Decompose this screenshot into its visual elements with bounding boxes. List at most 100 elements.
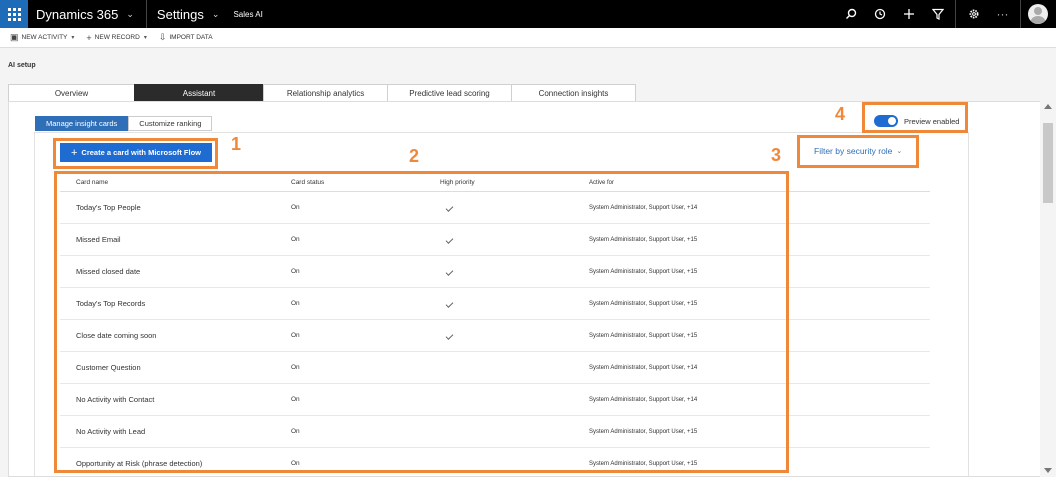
high-priority-cell (440, 331, 589, 340)
new-activity-button[interactable]: ▣ NEW ACTIVITY ▾ (10, 32, 74, 43)
card-name-cell: Missed Email (76, 235, 121, 244)
table-row[interactable]: Close date coming soon On System Administr… (60, 320, 930, 352)
active-for-cell: System Administrator, Support User, +15 (589, 332, 698, 339)
add-icon: + (86, 32, 92, 43)
card-status-cell: On (291, 460, 300, 467)
checkmark-icon (445, 268, 454, 276)
chevron-down-icon: ⌄ (896, 148, 903, 155)
area-name[interactable]: Settings (157, 7, 204, 22)
insight-cards-table: Card name Card status High priority Acti… (60, 174, 930, 477)
table-row[interactable]: Missed Email On System Administrator, Supp… (60, 224, 930, 256)
sub-tabs: Manage insight cards Customize ranking (35, 116, 213, 131)
tab-predictive-lead-scoring[interactable]: Predictive lead scoring (387, 84, 511, 102)
app-name[interactable]: Dynamics 365 (36, 7, 118, 22)
scroll-down-icon[interactable] (1044, 468, 1052, 473)
top-icons-group: ··· (836, 0, 1056, 28)
checkmark-icon (445, 332, 454, 340)
annotation-number-1: 1 (231, 134, 242, 154)
table-row[interactable]: Missed closed date On System Administrator… (60, 256, 930, 288)
table-row[interactable]: Today's Top People On System Administrator… (60, 192, 930, 224)
new-record-button[interactable]: + NEW RECORD ▾ (86, 33, 146, 43)
add-icon: + (70, 146, 78, 159)
top-navigation-bar: Dynamics 365 ⌄ Settings ⌄ Sales AI ··· (0, 0, 1056, 28)
import-data-label: IMPORT DATA (169, 34, 213, 41)
import-data-button[interactable]: ⇩ IMPORT DATA (159, 32, 213, 43)
active-for-cell: System Administrator, Support User, +14 (589, 396, 698, 403)
card-name-cell: Opportunity at Risk (phrase detection) (76, 459, 203, 468)
card-status-cell: On (291, 332, 300, 339)
caret-down-icon: ▾ (143, 35, 147, 41)
filter-icon[interactable] (923, 0, 952, 28)
column-header-card-name[interactable]: Card name (60, 179, 291, 186)
card-name-cell: Customer Question (76, 363, 141, 372)
high-priority-cell (440, 267, 589, 276)
table-row[interactable]: No Activity with Contact On System Adminis… (60, 384, 930, 416)
app-launcher-icon[interactable] (0, 0, 28, 28)
vertical-scrollbar[interactable] (1040, 101, 1056, 477)
tab-assistant[interactable]: Assistant (134, 84, 263, 102)
main-tabs: Overview Assistant Relationship analytic… (8, 84, 636, 102)
card-status-cell: On (291, 396, 300, 403)
tab-relationship-analytics[interactable]: Relationship analytics (263, 84, 387, 102)
divider (1020, 0, 1021, 28)
caret-down-icon: ▾ (71, 35, 75, 41)
security-role-filter[interactable]: Filter by security role ⌄ (814, 146, 902, 156)
import-icon: ⇩ (158, 32, 167, 42)
card-status-cell: On (291, 428, 300, 435)
active-for-cell: System Administrator, Support User, +15 (589, 428, 698, 435)
table-body: Today's Top People On System Administrator… (60, 192, 930, 477)
tab-overview[interactable]: Overview (8, 84, 134, 102)
divider (145, 0, 147, 28)
preview-toggle[interactable] (874, 115, 898, 127)
active-for-cell: System Administrator, Support User, +14 (589, 364, 698, 371)
table-header: Card name Card status High priority Acti… (60, 174, 930, 192)
tab-customize-ranking[interactable]: Customize ranking (128, 116, 213, 131)
new-record-label: NEW RECORD (94, 34, 140, 41)
table-row[interactable]: Opportunity at Risk (phrase detection) On… (60, 448, 930, 477)
scroll-up-icon[interactable] (1044, 104, 1052, 109)
column-header-active-for[interactable]: Active for (589, 180, 889, 186)
active-for-cell: System Administrator, Support User, +15 (589, 236, 698, 243)
more-icon[interactable]: ··· (988, 0, 1017, 28)
security-role-filter-label: Filter by security role (814, 146, 893, 156)
chevron-down-icon[interactable]: ⌄ (212, 9, 220, 20)
column-header-high-priority[interactable]: High priority (440, 179, 589, 186)
card-status-cell: On (291, 204, 300, 211)
add-icon[interactable] (894, 0, 923, 28)
table-row[interactable]: Today's Top Records On System Administrato… (60, 288, 930, 320)
tab-connection-insights[interactable]: Connection insights (511, 84, 636, 102)
card-name-cell: Close date coming soon (76, 331, 157, 340)
annotation-number-3: 3 (771, 145, 782, 165)
active-for-cell: System Administrator, Support User, +15 (589, 300, 698, 307)
checkmark-icon (445, 300, 454, 308)
active-for-cell: System Administrator, Support User, +15 (589, 460, 698, 467)
card-name-cell: No Activity with Contact (76, 395, 155, 404)
search-icon[interactable] (836, 0, 865, 28)
command-bar: ▣ NEW ACTIVITY ▾ + NEW RECORD ▾ ⇩ IMPORT… (0, 28, 1056, 48)
tab-manage-insight-cards[interactable]: Manage insight cards (35, 116, 129, 131)
chevron-down-icon[interactable]: ⌄ (126, 9, 134, 20)
card-status-cell: On (291, 268, 300, 275)
card-name-cell: Today's Top Records (76, 299, 146, 308)
annotation-number-4: 4 (835, 104, 846, 124)
table-row[interactable]: No Activity with Lead On System Administra… (60, 416, 930, 448)
high-priority-cell (440, 203, 589, 212)
checkmark-icon (445, 236, 454, 244)
active-for-cell: System Administrator, Support User, +15 (589, 268, 698, 275)
create-card-flow-label: Create a card with Microsoft Flow (81, 148, 202, 157)
card-status-cell: On (291, 236, 300, 243)
page-title: AI setup (8, 62, 36, 69)
new-activity-icon: ▣ (10, 32, 19, 42)
column-header-card-status[interactable]: Card status (291, 179, 440, 186)
checkmark-icon (445, 204, 454, 212)
settings-icon[interactable] (959, 0, 988, 28)
recent-icon[interactable] (865, 0, 894, 28)
user-avatar[interactable] (1028, 4, 1048, 24)
scrollbar-thumb[interactable] (1043, 123, 1053, 203)
high-priority-cell (440, 235, 589, 244)
table-row[interactable]: Customer Question On System Administrator,… (60, 352, 930, 384)
new-activity-label: NEW ACTIVITY (21, 34, 68, 41)
card-status-cell: On (291, 300, 300, 307)
create-card-flow-button[interactable]: + Create a card with Microsoft Flow (60, 143, 212, 162)
card-name-cell: Today's Top People (76, 203, 141, 212)
